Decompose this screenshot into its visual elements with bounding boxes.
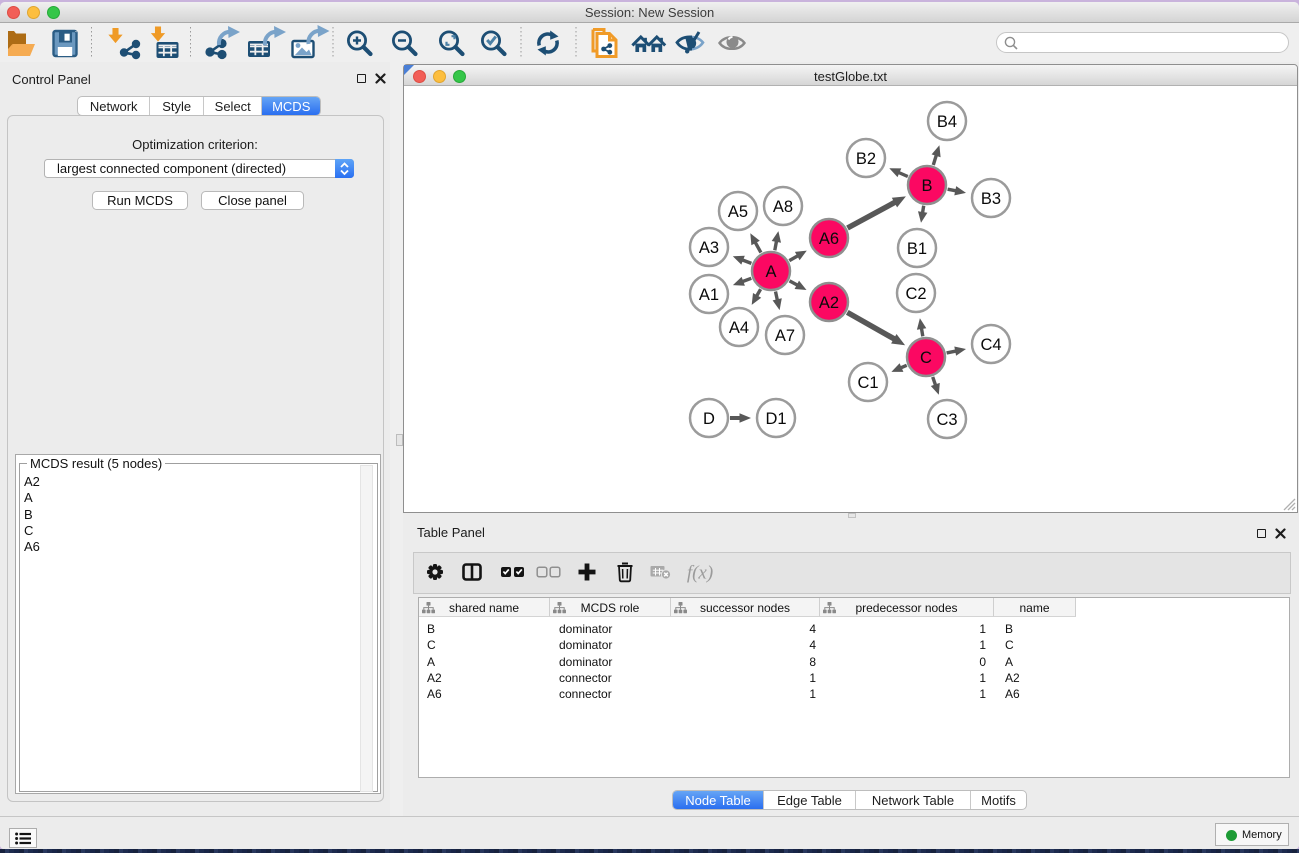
svg-text:A6: A6 [819, 230, 839, 248]
svg-text:C3: C3 [936, 411, 957, 429]
svg-text:C1: C1 [857, 374, 878, 392]
svg-text:B2: B2 [856, 150, 876, 168]
svg-text:A: A [765, 263, 776, 281]
svg-text:B1: B1 [907, 240, 927, 258]
svg-text:A2: A2 [819, 294, 839, 312]
svg-text:C: C [920, 349, 932, 367]
svg-text:A8: A8 [773, 198, 793, 216]
svg-text:A5: A5 [728, 203, 748, 221]
svg-text:B4: B4 [937, 113, 957, 131]
svg-text:B: B [921, 177, 932, 195]
svg-text:C2: C2 [905, 285, 926, 303]
svg-text:f(x): f(x) [687, 563, 713, 584]
svg-text:D: D [703, 410, 715, 428]
svg-text:A3: A3 [699, 239, 719, 257]
svg-text:D1: D1 [765, 410, 786, 428]
svg-text:C4: C4 [980, 336, 1001, 354]
svg-text:A1: A1 [699, 286, 719, 304]
svg-text:A7: A7 [775, 327, 795, 345]
svg-text:B3: B3 [981, 190, 1001, 208]
svg-text:A4: A4 [729, 319, 749, 337]
